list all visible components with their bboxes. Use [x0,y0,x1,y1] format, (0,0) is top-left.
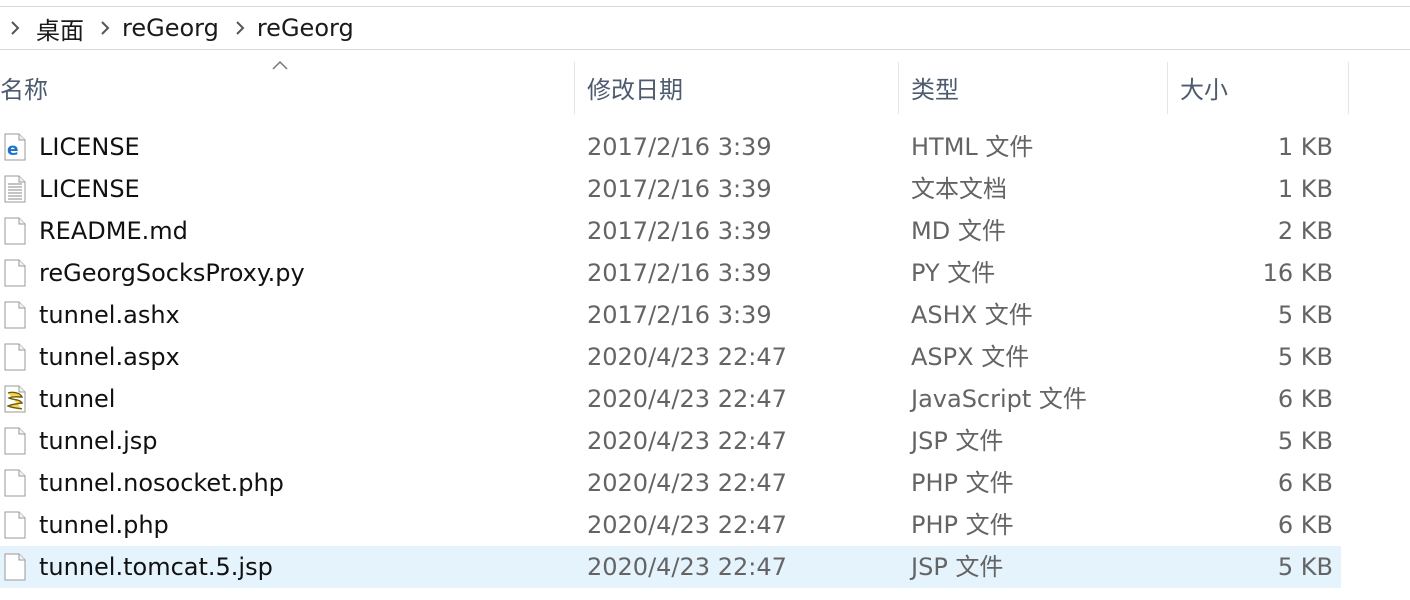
file-size: 5 KB [1277,301,1333,329]
file-size: 6 KB [1277,469,1333,497]
blank-file-icon [3,301,27,329]
column-header: 名称 修改日期 类型 大小 [0,58,1350,116]
file-modified-date: 2020/4/23 22:47 [587,511,787,539]
column-header-type-label: 类型 [911,75,959,104]
file-type: PY 文件 [911,259,996,287]
file-name: LICENSE [39,175,140,203]
file-size: 16 KB [1262,259,1333,287]
file-size: 6 KB [1277,385,1333,413]
file-name: tunnel.php [39,511,169,539]
file-type: PHP 文件 [911,511,1014,539]
file-modified-date: 2020/4/23 22:47 [587,427,787,455]
file-type: ASHX 文件 [911,301,1033,329]
file-name: tunnel.tomcat.5.jsp [39,553,273,581]
file-row[interactable]: tunnel.nosocket.php 2020/4/23 22:47 PHP 文件… [0,462,1341,504]
text-file-icon [3,175,27,203]
blank-file-icon [3,427,27,455]
column-header-modified-label: 修改日期 [587,75,683,104]
column-divider[interactable] [1348,62,1349,114]
blank-file-icon [3,259,27,287]
column-header-name[interactable]: 名称 [0,58,574,116]
column-header-name-label: 名称 [0,75,48,104]
html-file-icon: e [3,133,27,161]
file-type: PHP 文件 [911,469,1014,497]
file-name: LICENSE [39,133,140,161]
file-type: 文本文档 [911,175,1007,203]
script-file-icon [3,385,27,413]
blank-file-icon [3,343,27,371]
blank-file-icon [3,217,27,245]
file-row[interactable]: README.md 2017/2/16 3:39 MD 文件 2 KB [0,210,1341,252]
file-type: JavaScript 文件 [911,385,1087,413]
column-header-type[interactable]: 类型 [899,58,1167,116]
file-modified-date: 2017/2/16 3:39 [587,175,772,203]
chevron-right-icon[interactable] [229,6,251,50]
file-name: tunnel.aspx [39,343,180,371]
breadcrumb: 桌面 reGeorg reGeorg [0,6,1410,50]
file-modified-date: 2017/2/16 3:39 [587,217,772,245]
column-header-size[interactable]: 大小 [1168,58,1348,116]
file-row[interactable]: tunnel.php 2020/4/23 22:47 PHP 文件 6 KB [0,504,1341,546]
breadcrumb-item-regeorg[interactable]: reGeorg [116,14,229,42]
file-size: 5 KB [1277,343,1333,371]
file-row[interactable]: tunnel.jsp 2020/4/23 22:47 JSP 文件 5 KB [0,420,1341,462]
file-row[interactable]: LICENSE 2017/2/16 3:39 文本文档 1 KB [0,168,1341,210]
chevron-right-icon[interactable] [94,6,116,50]
file-type: MD 文件 [911,217,1006,245]
column-header-modified[interactable]: 修改日期 [575,58,898,116]
file-name: tunnel.ashx [39,301,180,329]
blank-file-icon [3,511,27,539]
breadcrumb-item-desktop[interactable]: 桌面 [30,11,94,46]
file-size: 5 KB [1277,553,1333,581]
file-name: README.md [39,217,188,245]
file-type: JSP 文件 [911,427,1004,455]
file-size: 1 KB [1277,133,1333,161]
file-name: tunnel [39,385,116,413]
file-row[interactable]: reGeorgSocksProxy.py 2017/2/16 3:39 PY 文件 1… [0,252,1341,294]
file-size: 5 KB [1277,427,1333,455]
file-size: 1 KB [1277,175,1333,203]
column-header-size-label: 大小 [1180,75,1228,104]
file-modified-date: 2020/4/23 22:47 [587,343,787,371]
file-row[interactable]: e LICENSE 2017/2/16 3:39 HTML 文件 1 KB [0,126,1341,168]
file-row[interactable]: tunnel.tomcat.5.jsp 2020/4/23 22:47 JSP 文件… [0,546,1341,588]
file-modified-date: 2017/2/16 3:39 [587,133,772,161]
file-name: reGeorgSocksProxy.py [39,259,305,287]
file-name: tunnel.jsp [39,427,158,455]
file-size: 6 KB [1277,511,1333,539]
file-list: e LICENSE 2017/2/16 3:39 HTML 文件 1 KB LICENSE… [0,126,1350,588]
file-size: 2 KB [1277,217,1333,245]
file-modified-date: 2020/4/23 22:47 [587,469,787,497]
file-type: ASPX 文件 [911,343,1030,371]
file-row[interactable]: tunnel 2020/4/23 22:47 JavaScript 文件 6 KB [0,378,1341,420]
file-type: JSP 文件 [911,553,1004,581]
blank-file-icon [3,469,27,497]
file-row[interactable]: tunnel.ashx 2017/2/16 3:39 ASHX 文件 5 KB [0,294,1341,336]
breadcrumb-item-regeorg-current[interactable]: reGeorg [251,14,364,42]
blank-file-icon [3,553,27,581]
file-modified-date: 2017/2/16 3:39 [587,259,772,287]
svg-text:e: e [7,140,19,160]
file-modified-date: 2020/4/23 22:47 [587,553,787,581]
file-modified-date: 2020/4/23 22:47 [587,385,787,413]
chevron-right-icon[interactable] [0,6,30,50]
file-name: tunnel.nosocket.php [39,469,284,497]
file-row[interactable]: tunnel.aspx 2020/4/23 22:47 ASPX 文件 5 KB [0,336,1341,378]
file-type: HTML 文件 [911,133,1034,161]
file-modified-date: 2017/2/16 3:39 [587,301,772,329]
